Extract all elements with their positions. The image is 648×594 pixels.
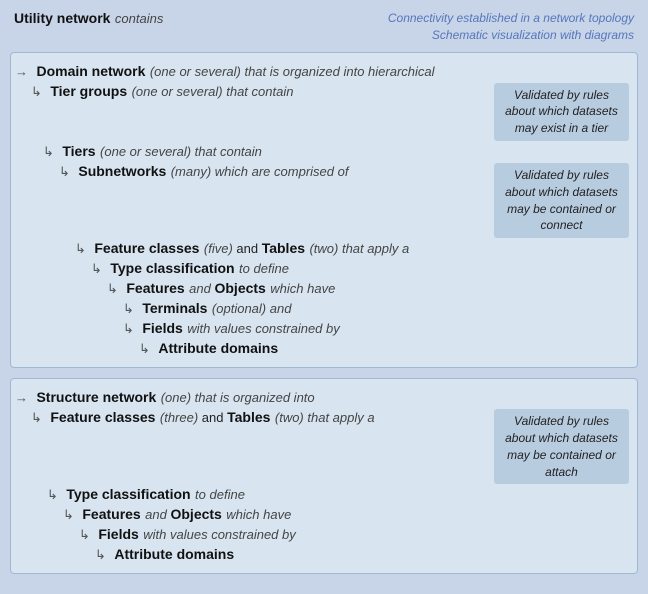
arrow-type-class-domain: ↳ xyxy=(91,261,102,276)
arrow-fields-domain: ↳ xyxy=(123,321,134,336)
domain-network-label: Domain network xyxy=(36,63,145,79)
arrow-features-structure: ↳ xyxy=(63,507,74,522)
fields-domain-italic: with values constrained by xyxy=(187,321,339,336)
fields-domain-label: Fields xyxy=(142,320,182,336)
fc-structure-italic: (three) xyxy=(160,410,202,425)
tables-structure-label: Tables xyxy=(227,409,270,425)
utility-network-header: Utility network contains xyxy=(14,10,163,28)
type-classification-domain-label: Type classification xyxy=(110,260,234,276)
attribute-domains-structure-row: ↳ Attribute domains xyxy=(15,546,629,564)
objects-structure-italic: which have xyxy=(226,507,291,522)
features-objects-structure-row: ↳ Features and Objects which have xyxy=(15,506,629,524)
utility-network-title: Utility network xyxy=(14,10,110,26)
arrow-attr-structure: ↳ xyxy=(95,547,106,562)
tier-groups-italic: (one or several) that contain xyxy=(132,84,294,99)
arrow-domain: → xyxy=(15,64,28,79)
feature-classes-italic: (five) xyxy=(204,241,237,256)
arrow-fc-structure: ↳ xyxy=(31,410,42,425)
arrow-type-class-structure: ↳ xyxy=(47,487,58,502)
arrow-tier-groups: ↳ xyxy=(31,84,42,99)
fields-structure-row: ↳ Fields with values constrained by xyxy=(15,526,629,544)
main-container: Utility network contains Connectivity es… xyxy=(10,10,638,574)
subnetworks-validated: Validated by rules about which datasets … xyxy=(494,163,629,238)
arrow-terminals: ↳ xyxy=(123,301,134,316)
arrow-subnetworks: ↳ xyxy=(59,164,70,179)
type-classification-structure-italic: to define xyxy=(195,487,245,502)
utility-network-subtitle: contains xyxy=(115,11,163,26)
attribute-domains-structure-label: Attribute domains xyxy=(114,546,234,562)
objects-domain-label: Objects xyxy=(214,280,265,296)
arrow-fields-structure: ↳ xyxy=(79,527,90,542)
structure-network-label: Structure network xyxy=(36,389,156,405)
attribute-domains-domain-label: Attribute domains xyxy=(158,340,278,356)
terminals-italic: (optional) and xyxy=(212,301,292,316)
fields-domain-row: ↳ Fields with values constrained by xyxy=(15,320,629,338)
subnetworks-label: Subnetworks xyxy=(78,163,166,179)
connectivity-note: Connectivity established in a network to… xyxy=(388,10,634,44)
tier-groups-validated: Validated by rules about which datasets … xyxy=(494,83,629,141)
fc-structure-and: and xyxy=(202,410,227,425)
features-objects-domain-row: ↳ Features and Objects which have xyxy=(15,280,629,298)
fields-structure-label: Fields xyxy=(98,526,138,542)
tables-italic: (two) that apply a xyxy=(309,241,409,256)
tiers-label: Tiers xyxy=(62,143,95,159)
tier-groups-label: Tier groups xyxy=(50,83,127,99)
type-classification-domain-row: ↳ Type classification to define xyxy=(15,260,629,278)
structure-validated: Validated by rules about which datasets … xyxy=(494,409,629,484)
domain-network-italic: (one or several) that is organized into … xyxy=(150,64,435,79)
fields-structure-italic: with values constrained by xyxy=(143,527,295,542)
tables-structure-italic: (two) that apply a xyxy=(275,410,375,425)
subnetworks-row: ↳ Subnetworks (many) which are comprised… xyxy=(15,163,629,238)
arrow-attr-domain: ↳ xyxy=(139,341,150,356)
attribute-domains-domain-row: ↳ Attribute domains xyxy=(15,340,629,358)
tables-label: Tables xyxy=(262,240,305,256)
type-classification-domain-italic: to define xyxy=(239,261,289,276)
structure-network-section: → Structure network (one) that is organi… xyxy=(10,378,638,574)
features-structure-and: and xyxy=(145,507,170,522)
terminals-row: ↳ Terminals (optional) and xyxy=(15,300,629,318)
type-classification-structure-label: Type classification xyxy=(66,486,190,502)
objects-domain-italic: which have xyxy=(270,281,335,296)
tier-groups-row: ↳ Tier groups (one or several) that cont… xyxy=(15,83,629,141)
tiers-row: ↳ Tiers (one or several) that contain xyxy=(15,143,629,161)
header-row: Utility network contains Connectivity es… xyxy=(10,10,638,44)
tiers-italic: (one or several) that contain xyxy=(100,144,262,159)
type-classification-structure-row: ↳ Type classification to define xyxy=(15,486,629,504)
features-domain-and: and xyxy=(189,281,214,296)
structure-network-italic: (one) that is organized into xyxy=(161,390,315,405)
arrow-tiers: ↳ xyxy=(43,144,54,159)
feature-classes-row: ↳ Feature classes (five) and Tables (two… xyxy=(15,240,629,258)
feature-classes-and: and xyxy=(236,241,261,256)
feature-classes-structure-label: Feature classes xyxy=(50,409,155,425)
feature-classes-structure-row: ↳ Feature classes (three) and Tables (tw… xyxy=(15,409,629,484)
domain-network-section: → Domain network (one or several) that i… xyxy=(10,52,638,369)
features-domain-label: Features xyxy=(126,280,184,296)
domain-network-row: → Domain network (one or several) that i… xyxy=(15,63,629,81)
feature-classes-label: Feature classes xyxy=(94,240,199,256)
features-structure-label: Features xyxy=(82,506,140,522)
arrow-features-domain: ↳ xyxy=(107,281,118,296)
objects-structure-label: Objects xyxy=(170,506,221,522)
subnetworks-italic: (many) which are comprised of xyxy=(171,164,349,179)
structure-network-row: → Structure network (one) that is organi… xyxy=(15,389,629,407)
arrow-feature-classes: ↳ xyxy=(75,241,86,256)
terminals-label: Terminals xyxy=(142,300,207,316)
arrow-structure: → xyxy=(15,390,28,405)
